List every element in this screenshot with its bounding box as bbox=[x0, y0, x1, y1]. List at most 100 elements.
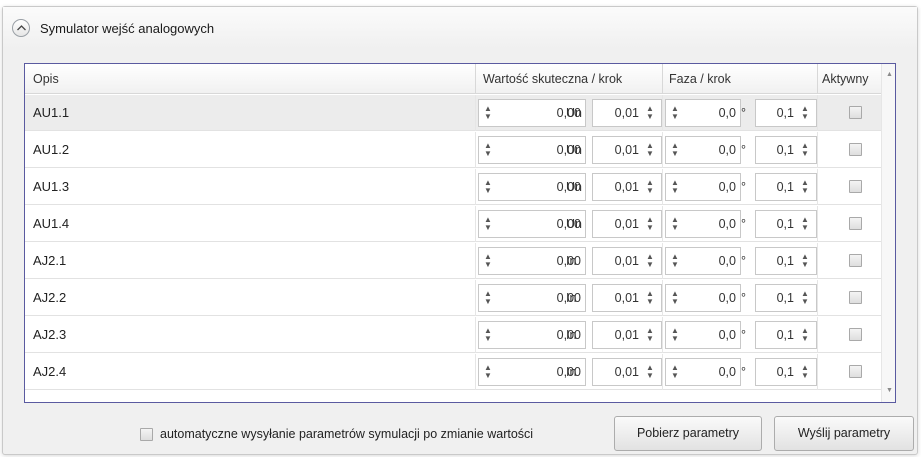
spinner-arrows-icon[interactable]: ▲ ▼ bbox=[800, 216, 810, 232]
spinner-arrows-icon[interactable]: ▲ ▼ bbox=[670, 327, 680, 343]
spinner-arrows-icon[interactable]: ▲ ▼ bbox=[483, 364, 493, 380]
spinner-arrows-icon[interactable]: ▲ ▼ bbox=[800, 290, 810, 306]
phase-input[interactable]: 0,0 bbox=[686, 211, 736, 237]
vertical-scrollbar[interactable]: ▲ ▼ bbox=[881, 64, 895, 402]
phase-input[interactable]: 0,0 bbox=[686, 285, 736, 311]
spinner-arrows-icon[interactable]: ▲ ▼ bbox=[645, 290, 655, 306]
spinner-arrows-icon[interactable]: ▲ ▼ bbox=[670, 253, 680, 269]
spinner-arrows-icon[interactable]: ▲ ▼ bbox=[670, 179, 680, 195]
spinner-arrows-icon[interactable]: ▲ ▼ bbox=[670, 364, 680, 380]
phase-step-input[interactable]: 0,1 bbox=[760, 285, 794, 311]
spinner-arrows-icon[interactable]: ▲ ▼ bbox=[800, 364, 810, 380]
active-checkbox[interactable] bbox=[849, 180, 862, 193]
phase-step-spinner[interactable]: 0,1 ▲ ▼ bbox=[755, 173, 817, 201]
spinner-arrows-icon[interactable]: ▲ ▼ bbox=[483, 216, 493, 232]
spinner-arrows-icon[interactable]: ▲ ▼ bbox=[800, 253, 810, 269]
phase-spinner[interactable]: ▲ ▼ 0,0 bbox=[665, 284, 741, 312]
value-unit: Un bbox=[566, 180, 582, 194]
value-step-spinner[interactable]: 0,01 ▲ ▼ bbox=[592, 173, 662, 201]
phase-spinner[interactable]: ▲ ▼ 0,0 bbox=[665, 247, 741, 275]
value-step-input[interactable]: 0,01 bbox=[597, 359, 639, 385]
fetch-parameters-button[interactable]: Pobierz parametry bbox=[614, 416, 762, 451]
phase-step-input[interactable]: 0,1 bbox=[760, 100, 794, 126]
value-step-input[interactable]: 0,01 bbox=[597, 137, 639, 163]
spinner-arrows-icon[interactable]: ▲ ▼ bbox=[645, 327, 655, 343]
phase-input[interactable]: 0,0 bbox=[686, 100, 736, 126]
auto-send-checkbox[interactable] bbox=[140, 427, 153, 441]
spinner-arrows-icon[interactable]: ▲ ▼ bbox=[483, 253, 493, 269]
spinner-arrows-icon[interactable]: ▲ ▼ bbox=[645, 364, 655, 380]
phase-input[interactable]: 0,0 bbox=[686, 174, 736, 200]
value-step-input[interactable]: 0,01 bbox=[597, 174, 639, 200]
spinner-arrows-icon[interactable]: ▲ ▼ bbox=[483, 105, 493, 121]
chevron-up-icon[interactable] bbox=[12, 19, 30, 37]
spinner-arrows-icon[interactable]: ▲ ▼ bbox=[800, 179, 810, 195]
value-step-input[interactable]: 0,01 bbox=[597, 248, 639, 274]
spinner-arrows-icon[interactable]: ▲ ▼ bbox=[800, 327, 810, 343]
phase-spinner[interactable]: ▲ ▼ 0,0 bbox=[665, 358, 741, 386]
value-step-input[interactable]: 0,01 bbox=[597, 285, 639, 311]
spinner-arrows-icon[interactable]: ▲ ▼ bbox=[800, 142, 810, 158]
phase-spinner[interactable]: ▲ ▼ 0,0 bbox=[665, 99, 741, 127]
phase-input[interactable]: 0,0 bbox=[686, 359, 736, 385]
column-header-wartosc: Wartość skuteczna / krok bbox=[483, 72, 623, 86]
phase-step-input[interactable]: 0,1 bbox=[760, 322, 794, 348]
phase-step-input[interactable]: 0,1 bbox=[760, 174, 794, 200]
spinner-arrows-icon[interactable]: ▲ ▼ bbox=[670, 216, 680, 232]
phase-step-spinner[interactable]: 0,1 ▲ ▼ bbox=[755, 321, 817, 349]
scroll-down-icon[interactable]: ▼ bbox=[882, 384, 895, 398]
phase-step-input[interactable]: 0,1 bbox=[760, 248, 794, 274]
phase-step-spinner[interactable]: 0,1 ▲ ▼ bbox=[755, 99, 817, 127]
active-checkbox[interactable] bbox=[849, 291, 862, 304]
value-step-spinner[interactable]: 0,01 ▲ ▼ bbox=[592, 284, 662, 312]
value-step-spinner[interactable]: 0,01 ▲ ▼ bbox=[592, 210, 662, 238]
active-checkbox[interactable] bbox=[849, 217, 862, 230]
spinner-arrows-icon[interactable]: ▲ ▼ bbox=[800, 105, 810, 121]
value-step-spinner[interactable]: 0,01 ▲ ▼ bbox=[592, 247, 662, 275]
phase-spinner[interactable]: ▲ ▼ 0,0 bbox=[665, 210, 741, 238]
spinner-arrows-icon[interactable]: ▲ ▼ bbox=[670, 142, 680, 158]
spinner-arrows-icon[interactable]: ▲ ▼ bbox=[645, 216, 655, 232]
phase-spinner[interactable]: ▲ ▼ 0,0 bbox=[665, 173, 741, 201]
auto-send-option[interactable]: automatyczne wysyłanie parametrów symula… bbox=[140, 425, 533, 443]
value-step-spinner[interactable]: 0,01 ▲ ▼ bbox=[592, 358, 662, 386]
active-checkbox[interactable] bbox=[849, 254, 862, 267]
spinner-arrows-icon[interactable]: ▲ ▼ bbox=[483, 179, 493, 195]
active-checkbox[interactable] bbox=[849, 106, 862, 119]
active-checkbox[interactable] bbox=[849, 143, 862, 156]
spinner-arrows-icon[interactable]: ▲ ▼ bbox=[670, 105, 680, 121]
value-step-spinner[interactable]: 0,01 ▲ ▼ bbox=[592, 321, 662, 349]
phase-input[interactable]: 0,0 bbox=[686, 248, 736, 274]
spinner-arrows-icon[interactable]: ▲ ▼ bbox=[670, 290, 680, 306]
phase-step-input[interactable]: 0,1 bbox=[760, 359, 794, 385]
phase-step-input[interactable]: 0,1 bbox=[760, 211, 794, 237]
phase-spinner[interactable]: ▲ ▼ 0,0 bbox=[665, 321, 741, 349]
active-checkbox[interactable] bbox=[849, 365, 862, 378]
row-name: AU1.3 bbox=[33, 179, 70, 194]
active-checkbox[interactable] bbox=[849, 328, 862, 341]
value-step-input[interactable]: 0,01 bbox=[597, 211, 639, 237]
spinner-arrows-icon[interactable]: ▲ ▼ bbox=[645, 179, 655, 195]
phase-step-spinner[interactable]: 0,1 ▲ ▼ bbox=[755, 247, 817, 275]
phase-step-spinner[interactable]: 0,1 ▲ ▼ bbox=[755, 210, 817, 238]
phase-step-spinner[interactable]: 0,1 ▲ ▼ bbox=[755, 284, 817, 312]
value-step-spinner[interactable]: 0,01 ▲ ▼ bbox=[592, 99, 662, 127]
spinner-arrows-icon[interactable]: ▲ ▼ bbox=[645, 105, 655, 121]
value-step-input[interactable]: 0,01 bbox=[597, 322, 639, 348]
value-step-spinner[interactable]: 0,01 ▲ ▼ bbox=[592, 136, 662, 164]
phase-input[interactable]: 0,0 bbox=[686, 137, 736, 163]
spinner-arrows-icon[interactable]: ▲ ▼ bbox=[645, 253, 655, 269]
send-parameters-button[interactable]: Wyślij parametry bbox=[774, 416, 914, 451]
spinner-arrows-icon[interactable]: ▲ ▼ bbox=[645, 142, 655, 158]
spinner-arrows-icon[interactable]: ▲ ▼ bbox=[483, 327, 493, 343]
spinner-arrows-icon[interactable]: ▲ ▼ bbox=[483, 290, 493, 306]
phase-step-input[interactable]: 0,1 bbox=[760, 137, 794, 163]
scroll-up-icon[interactable]: ▲ bbox=[882, 68, 895, 82]
spinner-arrows-icon[interactable]: ▲ ▼ bbox=[483, 142, 493, 158]
value-step-input[interactable]: 0,01 bbox=[597, 100, 639, 126]
panel-title: Symulator wejść analogowych bbox=[40, 20, 215, 36]
phase-step-spinner[interactable]: 0,1 ▲ ▼ bbox=[755, 358, 817, 386]
phase-step-spinner[interactable]: 0,1 ▲ ▼ bbox=[755, 136, 817, 164]
phase-spinner[interactable]: ▲ ▼ 0,0 bbox=[665, 136, 741, 164]
phase-input[interactable]: 0,0 bbox=[686, 322, 736, 348]
